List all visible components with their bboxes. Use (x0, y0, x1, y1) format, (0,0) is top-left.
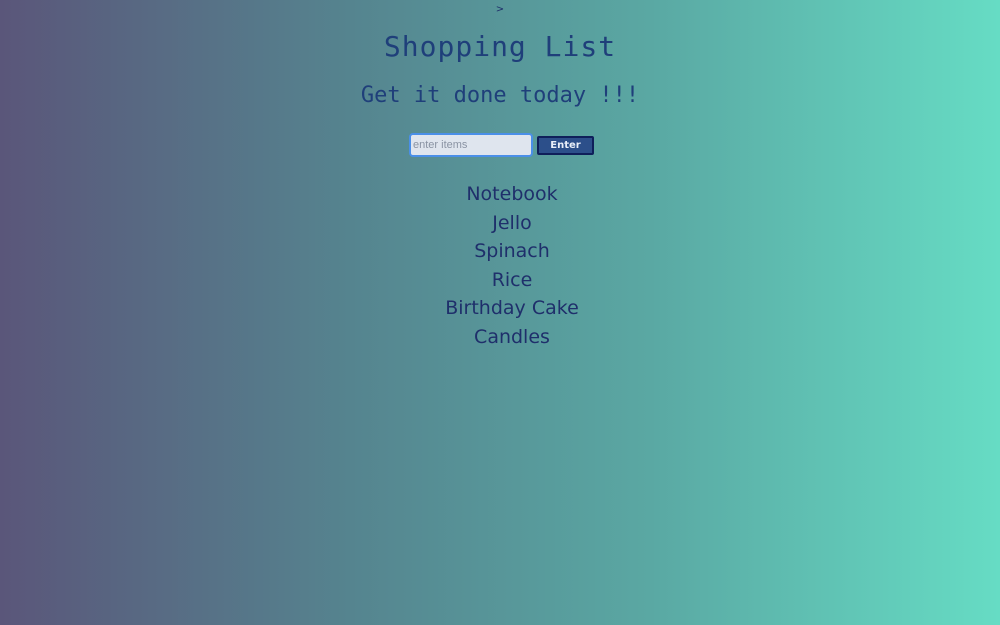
list-item[interactable]: Candles (412, 323, 612, 352)
list-item[interactable]: Jello (412, 209, 612, 238)
item-input[interactable] (409, 133, 533, 157)
list-item[interactable]: Birthday Cake (412, 294, 612, 323)
shopping-list: Notebook Jello Spinach Rice Birthday Cak… (412, 180, 612, 352)
list-item[interactable]: Rice (412, 266, 612, 295)
enter-button[interactable]: Enter (537, 135, 594, 155)
list-item[interactable]: Notebook (412, 180, 612, 209)
page-title: Shopping List (383, 30, 617, 63)
stray-text: > (495, 4, 505, 15)
page-subtitle: Get it done today !!! (360, 83, 640, 108)
add-item-form: Enter (409, 133, 594, 157)
list-item[interactable]: Spinach (412, 237, 612, 266)
